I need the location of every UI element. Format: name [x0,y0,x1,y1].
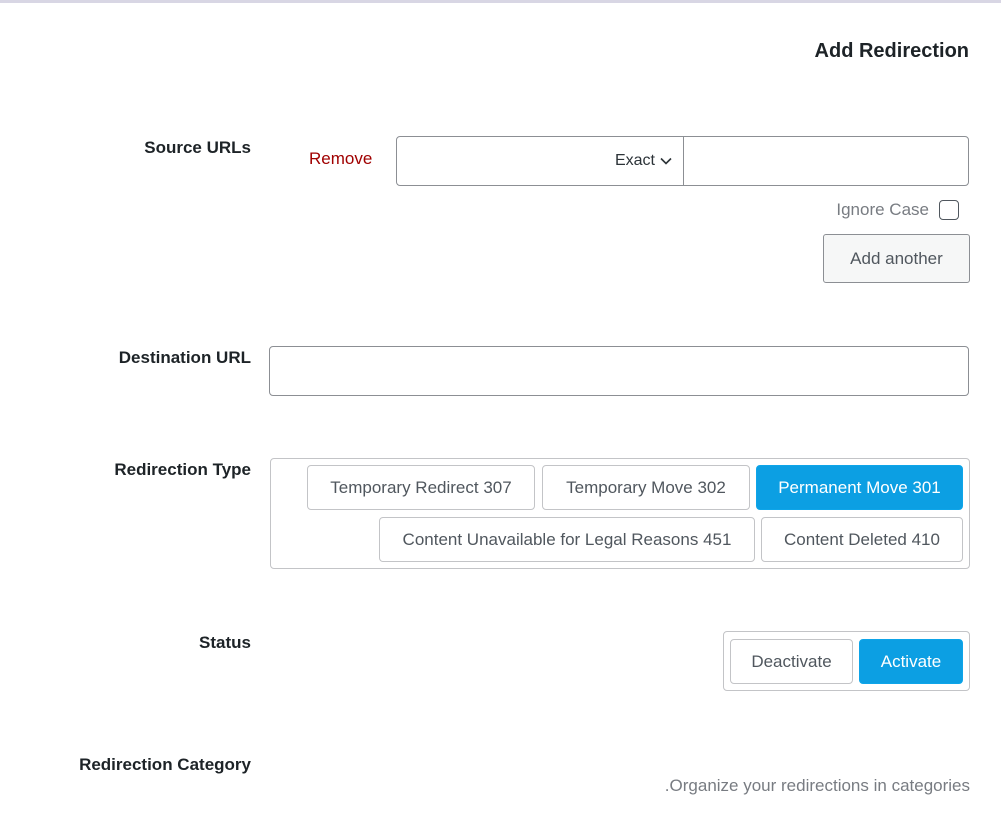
status-label: Status [199,633,251,652]
page-title: Add Redirection [814,40,969,62]
category-hint: .Organize your redirections in categorie… [664,776,970,795]
match-type-select[interactable]: Exact [396,136,684,186]
add-another-button[interactable]: Add another [823,234,970,283]
source-urls-label: Source URLs [144,138,251,157]
remove-link[interactable]: Remove [309,149,372,169]
type-option-301[interactable]: Permanent Move 301 [756,465,963,510]
top-border [0,0,1001,3]
chevron-down-icon [660,157,672,165]
type-option-302[interactable]: Temporary Move 302 [542,465,750,510]
redirection-type-label: Redirection Type [114,460,251,479]
destination-url-input[interactable] [269,346,969,396]
deactivate-button[interactable]: Deactivate [730,639,853,684]
activate-button[interactable]: Activate [859,639,963,684]
ignore-case-checkbox[interactable] [939,200,959,220]
type-option-410[interactable]: Content Deleted 410 [761,517,963,562]
destination-url-label: Destination URL [118,348,251,367]
ignore-case-label: Ignore Case [836,200,929,219]
type-option-451[interactable]: Content Unavailable for Legal Reasons 45… [379,517,755,562]
match-type-value: Exact [614,152,655,169]
source-url-input[interactable] [683,136,969,186]
redirection-category-label: Redirection Category [79,755,251,774]
type-option-307[interactable]: Temporary Redirect 307 [307,465,535,510]
